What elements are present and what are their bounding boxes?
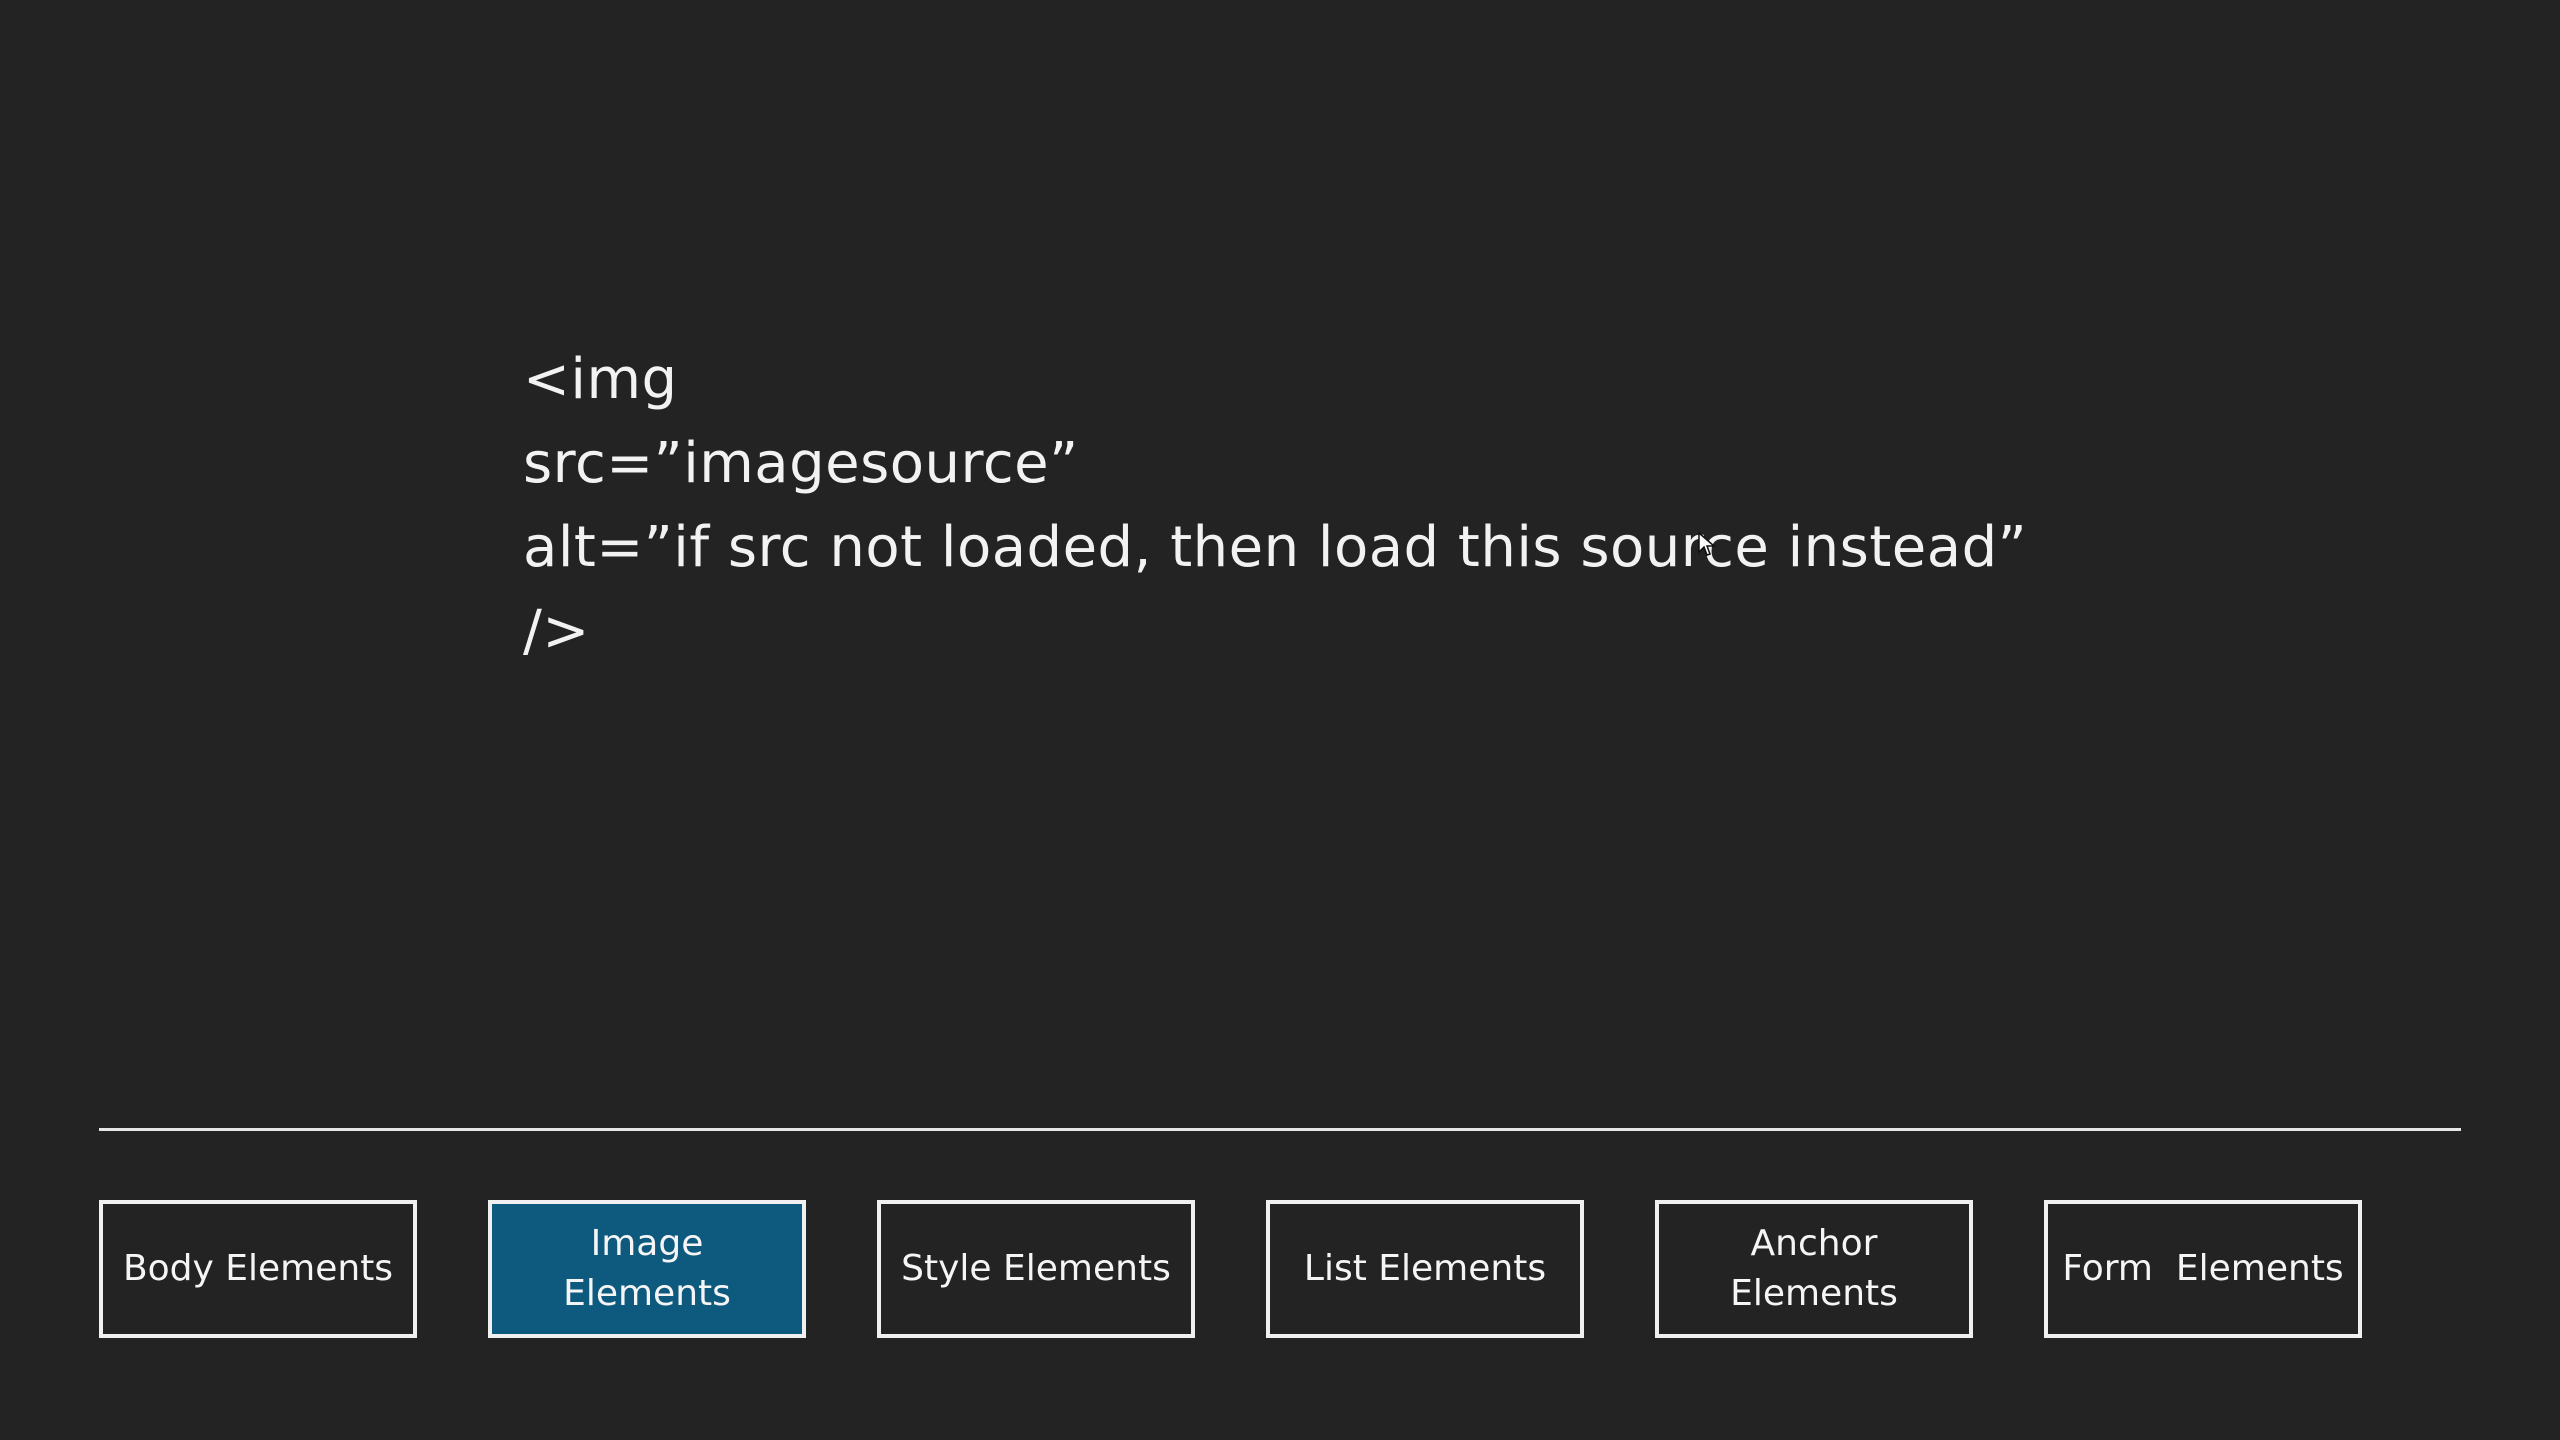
slide: <img src=”imagesource” alt=”if src not l… — [0, 0, 2560, 1440]
nav-button-label: Anchor Elements — [1730, 1223, 1898, 1314]
code-snippet: <img src=”imagesource” alt=”if src not l… — [523, 338, 2027, 674]
nav-button-image-elements[interactable]: Image Elements — [488, 1200, 806, 1338]
code-line-src: src=”imagesource” — [523, 431, 1079, 496]
code-line-img-open: <img — [523, 347, 678, 412]
code-line-alt: alt=”if src not loaded, then load this s… — [523, 515, 2028, 580]
divider-line — [99, 1128, 2461, 1131]
section-nav: Body Elements Image Elements Style Eleme… — [99, 1200, 2461, 1338]
nav-button-label: Form Elements — [2062, 1248, 2344, 1289]
nav-button-label: Body Elements — [122, 1248, 394, 1289]
mouse-pointer-icon — [1698, 532, 1716, 556]
nav-button-form-elements[interactable]: Form Elements — [2044, 1200, 2362, 1338]
nav-button-anchor-elements[interactable]: Anchor Elements — [1655, 1200, 1973, 1338]
nav-button-style-elements[interactable]: Style Elements — [877, 1200, 1195, 1338]
nav-button-body-elements[interactable]: Body Elements — [99, 1200, 417, 1338]
code-line-close: /> — [523, 599, 590, 664]
nav-button-label: List Elements — [1303, 1248, 1547, 1289]
nav-button-list-elements[interactable]: List Elements — [1266, 1200, 1584, 1338]
nav-button-label: Style Elements — [901, 1248, 1171, 1289]
nav-button-label: Image Elements — [563, 1223, 731, 1314]
